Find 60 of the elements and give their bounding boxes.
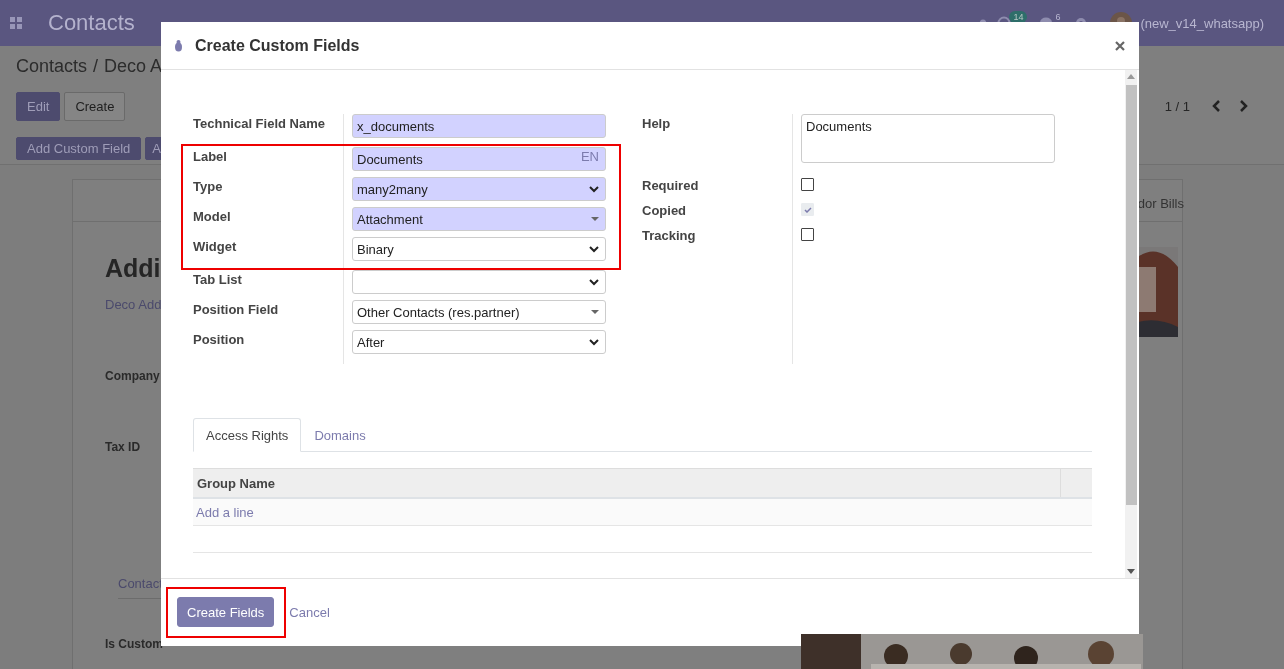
custom-action-button[interactable]: Add Custom Field [16, 137, 142, 160]
tab[interactable]: Domains [301, 418, 379, 452]
field-label: Company [105, 369, 160, 383]
app-title: Contacts [48, 10, 135, 36]
field-label: Tax ID [105, 440, 141, 454]
pager-value: 1 / 1 [1164, 98, 1190, 114]
select-field[interactable]: Binary [352, 237, 606, 261]
input-field[interactable]: Documents EN [352, 147, 606, 171]
field-label: Technical Field Name [193, 115, 326, 133]
next-icon[interactable] [1240, 100, 1248, 112]
scroll-down-icon[interactable] [1127, 569, 1135, 574]
edit-button[interactable]: Edit [16, 91, 61, 121]
scrollbar[interactable] [1125, 70, 1137, 578]
field-label: Tab List [193, 271, 243, 289]
cancel-link[interactable]: Cancel [289, 605, 330, 620]
breadcrumb-separator: / [93, 56, 99, 78]
create-fields-button[interactable]: Create Fields [177, 597, 275, 627]
field-label: Position Field [193, 301, 280, 319]
select-field[interactable]: Other Contacts (res.partner) [352, 300, 606, 324]
apps-menu-icon[interactable] [10, 17, 22, 29]
field-label: Widget [193, 238, 238, 256]
close-icon[interactable] [1115, 40, 1125, 51]
field-label: Model [193, 208, 232, 226]
dialog-title: Create Custom Fields [195, 36, 361, 55]
chevron-down-icon [589, 245, 599, 253]
checkbox[interactable] [801, 178, 814, 191]
user-menu[interactable]: (new_v14_whatsapp) [1140, 15, 1264, 31]
message-count: 6 [1055, 12, 1061, 22]
chevron-down-icon [589, 185, 599, 193]
breadcrumb-link[interactable]: Contacts [16, 56, 88, 82]
bug-icon [173, 39, 184, 52]
chevron-down-icon [589, 278, 599, 286]
add-line-link[interactable]: Add a line [193, 504, 254, 520]
field-label: Label [193, 148, 228, 166]
field-label: Tracking [642, 227, 697, 245]
chevron-down-icon [589, 338, 599, 346]
record-title: Addi [105, 254, 161, 283]
tab[interactable]: Access Rights [193, 418, 302, 452]
checkbox[interactable] [801, 228, 814, 241]
input-field[interactable]: x_documents [352, 114, 606, 138]
field-label: Is Custom [105, 637, 163, 651]
scrollbar-thumb[interactable] [1125, 85, 1137, 505]
select-field[interactable]: many2many [352, 177, 606, 201]
breadcrumb-current: Deco A [104, 56, 163, 78]
activity-count-badge: 14 [1009, 11, 1028, 23]
field-label: Required [642, 177, 700, 195]
select-field[interactable]: After [352, 330, 606, 354]
previous-icon[interactable] [1212, 100, 1220, 112]
field-label: Type [193, 178, 224, 196]
field-label: Position [193, 331, 246, 349]
caret-icon [591, 217, 599, 221]
column-header: Group Name [196, 475, 276, 491]
field-label: Copied [642, 202, 688, 220]
select-field[interactable]: Attachment [352, 207, 606, 231]
field-label: Help [642, 115, 672, 133]
text-area[interactable]: Documents [801, 114, 1055, 163]
create-button[interactable]: Create [64, 91, 126, 121]
scroll-up-icon[interactable] [1127, 74, 1135, 79]
caret-icon [591, 310, 599, 314]
select-field[interactable] [352, 270, 606, 294]
